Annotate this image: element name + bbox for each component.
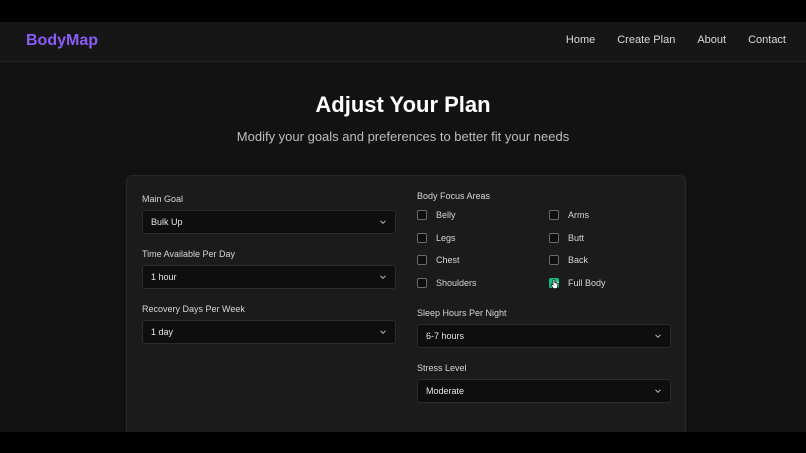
checkbox[interactable] (417, 255, 427, 265)
recovery-days-label: Recovery Days Per Week (142, 304, 245, 314)
time-per-day-label: Time Available Per Day (142, 249, 236, 259)
checkbox-label: Full Body (568, 278, 606, 288)
page-subtitle: Modify your goals and preferences to bet… (236, 129, 570, 144)
sleep-hours-field: Sleep Hours Per Night 6-7 hours (417, 308, 671, 348)
sleep-hours-label: Sleep Hours Per Night (417, 308, 507, 318)
checkbox-label: Legs (436, 233, 456, 243)
focus-checkbox-belly[interactable]: Belly (417, 210, 456, 220)
focus-checkbox-chest[interactable]: Chest (417, 255, 460, 265)
focus-checkbox-shoulders[interactable]: Shoulders (417, 278, 477, 288)
main-goal-label: Main Goal (142, 194, 184, 204)
chevron-down-icon (380, 274, 386, 280)
sleep-hours-select[interactable]: 6-7 hours (417, 324, 671, 348)
checkbox-label: Shoulders (436, 278, 477, 288)
main-goal-field: Main Goal Bulk Up (142, 194, 396, 234)
main-goal-value: Bulk Up (151, 217, 183, 227)
main-goal-select[interactable]: Bulk Up (142, 210, 396, 234)
page-title: Adjust Your Plan (315, 92, 491, 117)
focus-checkbox-butt[interactable]: Butt (549, 233, 584, 243)
recovery-days-value: 1 day (151, 327, 174, 337)
focus-checkbox-arms[interactable]: Arms (549, 210, 589, 220)
checkbox[interactable] (549, 255, 559, 265)
nav-link-contact[interactable]: Contact (748, 34, 786, 46)
plan-form-card: Main Goal Bulk Up Time Available Per Day… (126, 175, 686, 432)
focus-checkbox-legs[interactable]: Legs (417, 233, 456, 243)
nav-link-home[interactable]: Home (566, 34, 595, 46)
app-window: BodyMap Home Create Plan About Contact A… (0, 22, 806, 432)
navbar: BodyMap Home Create Plan About Contact (0, 22, 806, 62)
recovery-days-select[interactable]: 1 day (142, 320, 396, 344)
checkbox-label: Belly (436, 210, 456, 220)
stress-level-select[interactable]: Moderate (417, 379, 671, 403)
time-per-day-value: 1 hour (151, 272, 177, 282)
time-per-day-field: Time Available Per Day 1 hour (142, 249, 396, 289)
checkbox[interactable] (549, 233, 559, 243)
letterbox-bottom (0, 432, 806, 453)
chevron-down-icon (380, 329, 386, 335)
focus-checkbox-full-body[interactable]: Full Body (549, 278, 606, 289)
checkbox[interactable] (549, 210, 559, 220)
sleep-hours-value: 6-7 hours (426, 331, 465, 341)
time-per-day-select[interactable]: 1 hour (142, 265, 396, 289)
checkbox[interactable] (417, 233, 427, 243)
hand-cursor-icon (550, 279, 559, 289)
recovery-days-field: Recovery Days Per Week 1 day (142, 304, 396, 344)
nav-link-about[interactable]: About (697, 34, 726, 46)
checkbox[interactable] (417, 210, 427, 220)
checkbox-label: Butt (568, 233, 585, 243)
brand-logo[interactable]: BodyMap (26, 32, 98, 50)
nav-links: Home Create Plan About Contact (566, 34, 786, 46)
chevron-down-icon (380, 219, 386, 225)
chevron-down-icon (655, 333, 661, 339)
stress-level-field: Stress Level Moderate (417, 363, 671, 403)
checkbox-label: Chest (436, 255, 460, 265)
stress-level-value: Moderate (426, 386, 465, 396)
checkbox-label: Back (568, 255, 589, 265)
nav-link-create-plan[interactable]: Create Plan (617, 34, 675, 46)
checkbox[interactable] (417, 278, 427, 288)
focus-areas-label: Body Focus Areas (417, 191, 491, 201)
stress-level-label: Stress Level (417, 363, 467, 373)
letterbox-top (0, 0, 806, 22)
checkbox-checked[interactable] (549, 278, 559, 289)
focus-checkbox-back[interactable]: Back (549, 255, 588, 265)
checkbox-label: Arms (568, 210, 589, 220)
chevron-down-icon (655, 388, 661, 394)
